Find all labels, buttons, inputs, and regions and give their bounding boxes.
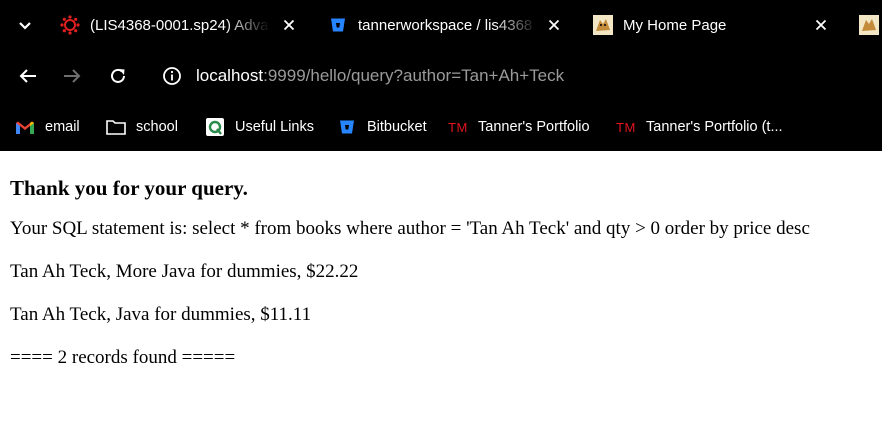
page-heading: Thank you for your query.: [10, 176, 248, 200]
tab-title: tannerworkspace / lis4368 ,: [358, 16, 538, 34]
close-tab-icon[interactable]: [544, 15, 564, 35]
tab-title: My Home Page: [623, 16, 727, 34]
folder-icon: [105, 117, 127, 137]
tab-title: (LIS4368-0001.sp24) Advan: [90, 16, 270, 34]
browser-chrome: (LIS4368-0001.sp24) Advan tannerworkspac…: [0, 0, 882, 151]
tab-overflow[interactable]: [859, 0, 882, 50]
address-bar[interactable]: localhost:9999/hello/query?author=Tan+Ah…: [196, 64, 564, 88]
bookmark-label: email: [45, 119, 80, 135]
bookmark-label: school: [136, 119, 178, 135]
tomcat-icon: [859, 15, 879, 35]
close-tab-icon[interactable]: [279, 15, 299, 35]
records-found-summary: ==== 2 records found =====: [10, 347, 236, 368]
navigation-bar: localhost:9999/hello/query?author=Tan+Ah…: [0, 50, 882, 102]
canvas-lms-icon: [60, 15, 80, 35]
bookmark-label: Bitbucket: [367, 119, 427, 135]
bookmark-bitbucket[interactable]: Bitbucket: [336, 116, 427, 138]
bookmark-label: Tanner's Portfolio: [478, 119, 590, 135]
result-row: Tan Ah Teck, More Java for dummies, $22.…: [10, 261, 359, 282]
bookmark-school[interactable]: school: [105, 116, 178, 138]
sql-statement: Your SQL statement is: select * from boo…: [10, 218, 810, 239]
reload-icon[interactable]: [106, 64, 130, 88]
bookmark-tanners-portfolio-2[interactable]: TM Tanner's Portfolio (t...: [615, 116, 783, 138]
bookmark-label: Useful Links: [235, 119, 314, 135]
bookmarks-bar: email school Useful Links Bitbucket TM T…: [0, 102, 882, 151]
tab-bitbucket[interactable]: tannerworkspace / lis4368 ,: [328, 0, 568, 50]
bitbucket-icon: [328, 15, 348, 35]
tab-search-chevron-icon[interactable]: [14, 15, 36, 37]
tm-logo-icon: TM: [616, 119, 636, 135]
tab-home-page[interactable]: My Home Page: [593, 0, 838, 50]
tab-canvas[interactable]: (LIS4368-0001.sp24) Advan: [60, 0, 300, 50]
bookmark-email[interactable]: email: [14, 116, 80, 138]
bitbucket-icon: [336, 117, 358, 137]
tomcat-icon: [593, 15, 613, 35]
close-tab-icon[interactable]: [811, 15, 831, 35]
bookmark-tanners-portfolio[interactable]: TM Tanner's Portfolio: [447, 116, 590, 138]
bookmark-useful-links[interactable]: Useful Links: [204, 116, 314, 138]
page-content: Thank you for your query. Your SQL state…: [0, 176, 882, 369]
url-path: :9999/hello/query?author=Tan+Ah+Teck: [263, 66, 565, 85]
gmail-icon: [14, 117, 36, 137]
result-row: Tan Ah Teck, Java for dummies, $11.11: [10, 304, 312, 325]
url-host: localhost: [196, 66, 264, 85]
back-arrow-icon[interactable]: [16, 64, 40, 88]
bookmark-label: Tanner's Portfolio (t...: [646, 119, 783, 135]
tm-logo-icon: TM: [448, 119, 468, 135]
tab-strip: (LIS4368-0001.sp24) Advan tannerworkspac…: [0, 0, 882, 50]
forward-arrow-icon[interactable]: [60, 64, 84, 88]
site-info-icon[interactable]: [162, 66, 182, 86]
qualys-icon: [204, 117, 226, 137]
